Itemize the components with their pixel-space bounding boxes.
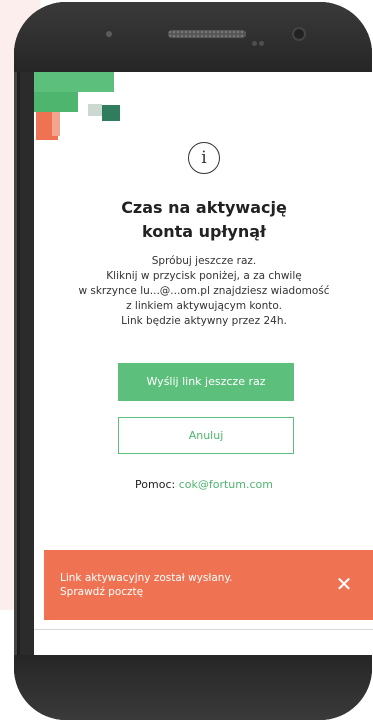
sensor-dot (106, 31, 112, 37)
dialog-title: Czas na aktywację konta upłynął (34, 196, 373, 244)
dialog-message: Spróbuj jeszcze raz. Kliknij w przycisk … (34, 254, 373, 329)
cancel-button[interactable]: Anuluj (118, 417, 294, 454)
help-label: Pomoc: (135, 478, 176, 491)
sensor-dots (252, 31, 266, 46)
brand-decoration (88, 104, 102, 116)
brand-decoration (102, 105, 120, 121)
dialog-title-line: Czas na aktywację (121, 198, 287, 217)
resend-link-button[interactable]: Wyślij link jeszcze raz (118, 363, 294, 401)
toast-line: Sprawdź pocztę (60, 586, 144, 598)
message-line: Kliknij w przycisk poniżej, a za chwilę (106, 270, 302, 282)
app-screen: i Czas na aktywację konta upłynął Spróbu… (34, 72, 373, 655)
toast-message: Link aktywacyjny został wysłany. Sprawdź… (60, 571, 320, 599)
message-line: Spróbuj jeszcze raz. (151, 255, 257, 267)
toast-notification: Link aktywacyjny został wysłany. Sprawdź… (44, 550, 373, 620)
toast-line: Link aktywacyjny został wysłany. (60, 572, 233, 584)
speaker-grille (168, 30, 246, 38)
message-line: w skrzynce lu...@...om.pl znajdziesz wia… (78, 285, 330, 297)
front-camera (294, 29, 304, 39)
close-icon[interactable]: ✕ (332, 572, 356, 596)
phone-bottom-bezel (14, 655, 372, 720)
help-row: Pomoc: cok@fortum.com (34, 478, 373, 491)
divider (34, 629, 373, 630)
brand-decoration (52, 112, 60, 136)
dialog-title-line: konta upłynął (142, 222, 266, 241)
brand-decoration (34, 72, 114, 92)
message-line: Link będzie aktywny przez 24h. (121, 315, 287, 327)
help-email-link[interactable]: cok@fortum.com (179, 478, 273, 491)
brand-decoration (34, 92, 78, 112)
info-icon: i (188, 142, 220, 174)
message-line: z linkiem aktywującym konto. (126, 300, 282, 312)
